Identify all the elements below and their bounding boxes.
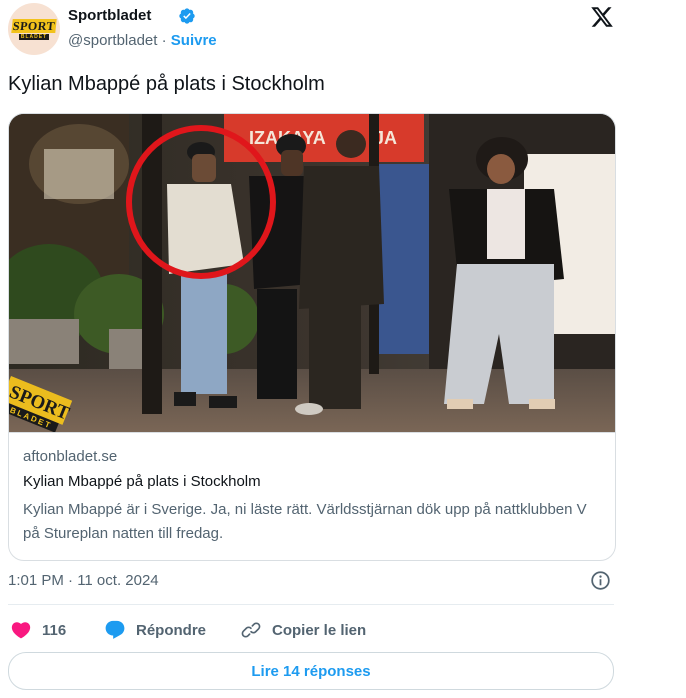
card-description: Kylian Mbappé är i Sverige. Ja, ni läste…: [23, 501, 587, 542]
verified-badge-icon: [179, 8, 195, 24]
link-card[interactable]: IZAKAYA JA: [8, 113, 616, 561]
author-handle[interactable]: @sportbladet: [68, 32, 157, 49]
tweet-actions: 116 Répondre Copier le lien: [8, 617, 614, 643]
speech-bubble-icon: [105, 620, 125, 639]
tweet-header: SPORT BLADET Sportbladet @sportbladet · …: [8, 3, 614, 59]
divider: [8, 604, 614, 605]
link-icon: [241, 622, 261, 638]
tweet-timestamp[interactable]: 1:01 PM · 11 oct. 2024: [8, 572, 159, 589]
read-replies-button[interactable]: Lire 14 réponses: [8, 652, 614, 690]
handle-row: @sportbladet · Suivre: [68, 32, 217, 49]
tweet-text: Kylian Mbappé på plats i Stockholm: [8, 73, 325, 95]
like-button[interactable]: 116: [10, 617, 66, 643]
copy-link-label: Copier le lien: [272, 621, 367, 639]
follow-button[interactable]: Suivre: [171, 32, 217, 49]
info-icon[interactable]: [590, 570, 611, 591]
author-name[interactable]: Sportbladet: [68, 7, 151, 24]
copy-link-button[interactable]: Copier le lien: [240, 617, 366, 643]
avatar-logo-subtext: BLADET: [19, 34, 49, 40]
avatar[interactable]: SPORT BLADET: [8, 3, 60, 55]
x-logo-icon[interactable]: [590, 5, 614, 29]
handle-separator: ·: [157, 32, 171, 49]
card-info[interactable]: aftonbladet.se Kylian Mbappé på plats i …: [9, 432, 615, 560]
card-domain: aftonbladet.se: [23, 448, 118, 465]
article-photo[interactable]: IZAKAYA JA: [9, 114, 615, 432]
reply-button[interactable]: Répondre: [104, 617, 206, 643]
heart-icon: [11, 622, 31, 639]
card-title: Kylian Mbappé på plats i Stockholm: [23, 473, 261, 490]
like-count: 116: [42, 621, 67, 639]
reply-label: Répondre: [136, 621, 207, 639]
avatar-logo-text: SPORT: [11, 19, 57, 33]
